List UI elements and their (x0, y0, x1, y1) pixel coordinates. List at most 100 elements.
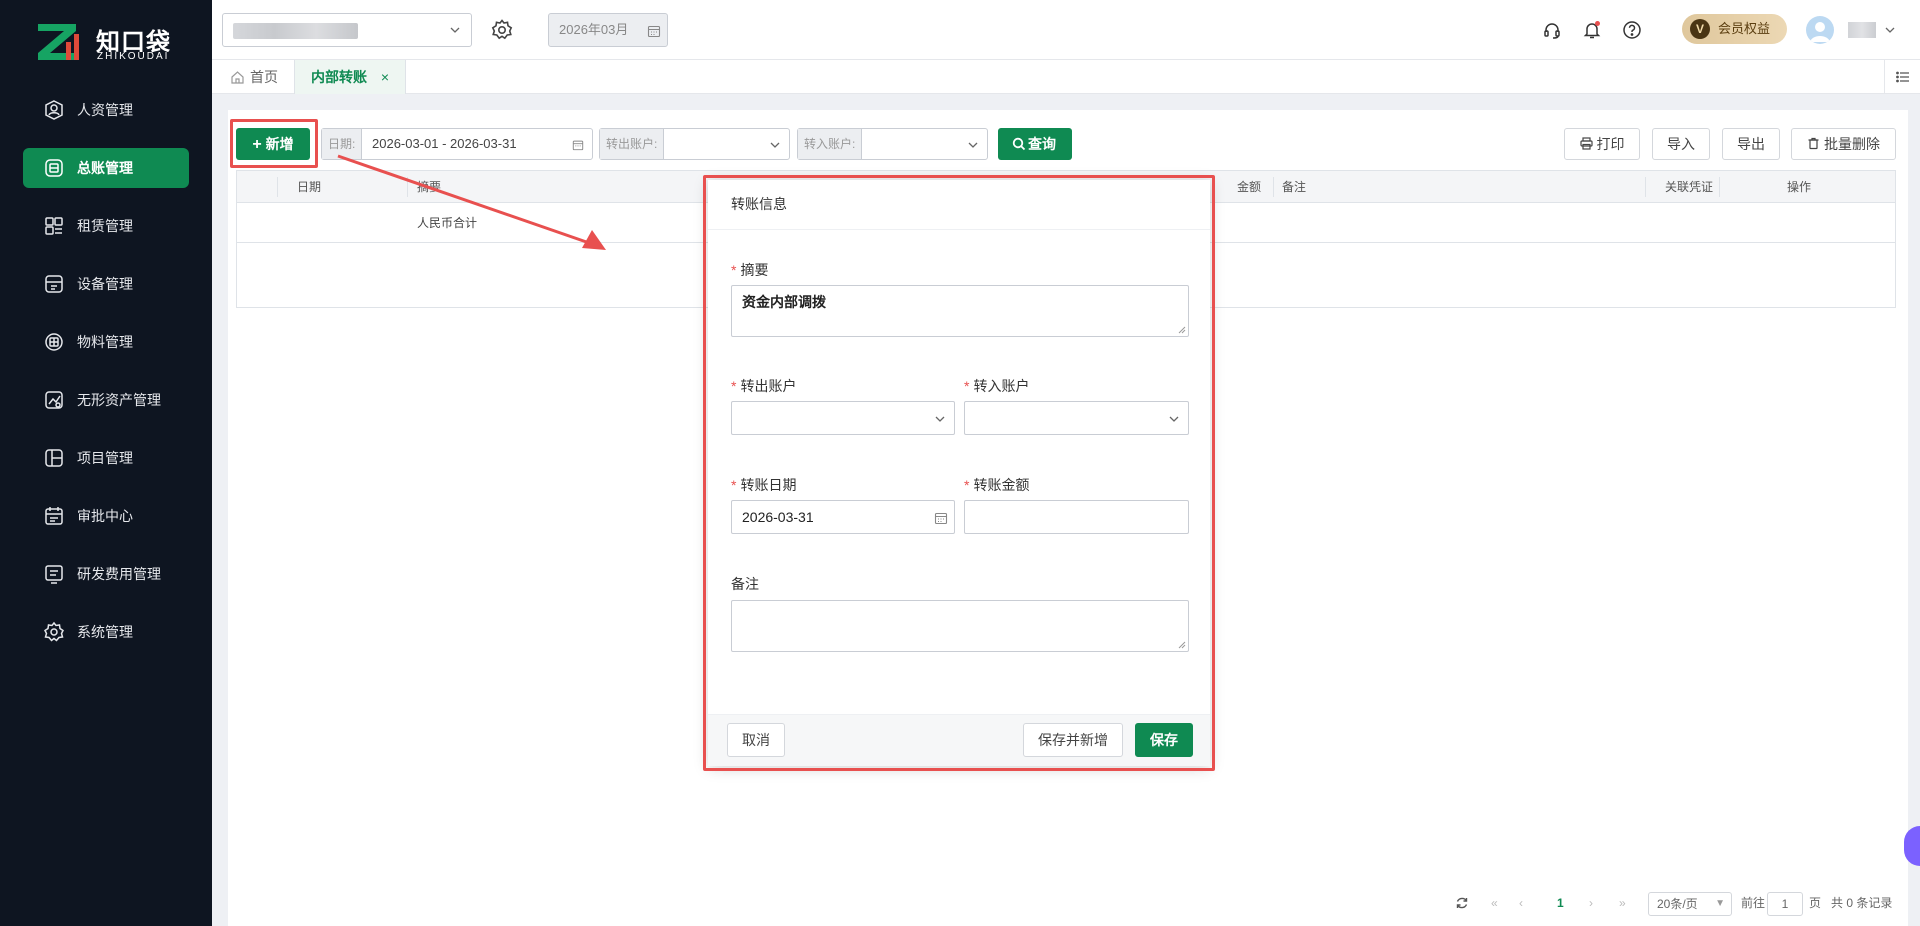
refresh-icon[interactable] (1455, 896, 1469, 910)
material-icon (43, 331, 65, 353)
gear-icon (43, 621, 65, 643)
sidebar-item-rd-expense[interactable]: 研发费用管理 (23, 554, 189, 594)
sidebar-item-label: 租赁管理 (77, 218, 133, 234)
column-separator (1719, 177, 1720, 197)
in-account-filter-label: 转入账户: (798, 129, 863, 159)
column-header-remark[interactable]: 备注 (1282, 171, 1306, 203)
sidebar-item-approval[interactable]: 审批中心 (23, 496, 189, 536)
print-button-label: 打印 (1596, 136, 1625, 152)
tab-internal-transfer[interactable]: 内部转账 × (294, 60, 406, 94)
chevron-down-icon (968, 142, 978, 148)
goto-prefix: 前往 (1741, 896, 1766, 910)
logo-mark-icon (38, 24, 79, 60)
company-select[interactable] (222, 13, 472, 47)
page-number-current[interactable]: 1 (1557, 888, 1564, 918)
column-header-actions[interactable]: 操作 (1787, 171, 1811, 203)
sidebar-nav: 人资管理 总账管理 租赁管理 设备管理 物料管理 无形资产管理 项目管理 审批中… (23, 90, 189, 670)
caret-down-icon: ▼ (1715, 898, 1725, 909)
highlight-box-add (230, 119, 318, 168)
person-badge-icon (43, 99, 65, 121)
top-bar: 2026年03月 V 会员权益 (212, 0, 1920, 60)
query-button-label: 查询 (1028, 136, 1056, 152)
sidebar-item-system[interactable]: 系统管理 (23, 612, 189, 652)
query-button[interactable]: 查询 (998, 128, 1072, 160)
page-size-value: 20条/页 (1657, 897, 1698, 911)
sidebar-item-label: 人资管理 (77, 102, 133, 118)
column-separator (1273, 177, 1274, 197)
calendar-icon (647, 25, 661, 38)
project-icon (43, 447, 65, 469)
prev-page-icon[interactable]: ‹ (1519, 888, 1523, 918)
sidebar-item-label: 设备管理 (77, 276, 133, 292)
sidebar-item-label: 总账管理 (77, 160, 133, 176)
highlight-box-dialog (703, 175, 1215, 771)
page-size-select[interactable]: 20条/页 ▼ (1648, 892, 1732, 916)
chevron-down-icon (770, 142, 780, 148)
ledger-icon (43, 157, 65, 179)
pagination: « ‹ 1 › » 20条/页 ▼ 前往 1 页 共 0 条记录 (1455, 888, 1915, 918)
rd-expense-icon (43, 563, 65, 585)
avatar[interactable] (1806, 16, 1834, 44)
company-name-redacted (233, 23, 358, 39)
next-page-icon[interactable]: › (1589, 888, 1593, 918)
first-page-icon[interactable]: « (1491, 888, 1498, 918)
sidebar-item-project[interactable]: 项目管理 (23, 438, 189, 478)
intangible-asset-icon (43, 389, 65, 411)
total-records: 共 0 条记录 (1831, 896, 1893, 910)
lease-icon (43, 215, 65, 237)
list-icon (1896, 71, 1909, 83)
sidebar-item-material[interactable]: 物料管理 (23, 322, 189, 362)
batch-delete-button-label: 批量删除 (1824, 136, 1880, 152)
approval-icon (43, 505, 65, 527)
help-icon[interactable] (1622, 20, 1642, 40)
sidebar-item-label: 审批中心 (77, 508, 133, 524)
username-redacted[interactable] (1848, 22, 1876, 38)
period-picker[interactable]: 2026年03月 (548, 13, 668, 47)
batch-delete-button[interactable]: 批量删除 (1791, 128, 1896, 160)
import-button[interactable]: 导入 (1652, 128, 1710, 160)
member-benefits-label: 会员权益 (1718, 21, 1771, 36)
tab-home[interactable]: 首页 (222, 60, 288, 94)
in-account-filter[interactable]: 转入账户: (797, 128, 988, 160)
export-button-label: 导出 (1737, 136, 1765, 152)
sidebar-item-lease[interactable]: 租赁管理 (23, 206, 189, 246)
last-page-icon[interactable]: » (1619, 888, 1626, 918)
chevron-down-icon[interactable] (1884, 24, 1896, 36)
logo[interactable]: 知口袋 ZHIKOUDAI (36, 18, 186, 68)
brand-subtitle: ZHIKOUDAI (97, 51, 170, 62)
column-separator (277, 177, 278, 197)
member-benefits-button[interactable]: V 会员权益 (1682, 14, 1787, 44)
export-button[interactable]: 导出 (1722, 128, 1780, 160)
sidebar-item-label: 项目管理 (77, 450, 133, 466)
sidebar-item-label: 研发费用管理 (77, 566, 161, 582)
vip-badge-icon: V (1690, 19, 1710, 39)
user-avatar-icon (1810, 22, 1830, 42)
chevron-down-icon (450, 27, 460, 33)
headset-icon[interactable] (1542, 20, 1562, 40)
tab-label: 首页 (250, 69, 278, 85)
notification-bell-icon[interactable] (1582, 20, 1602, 40)
print-button[interactable]: 打印 (1564, 128, 1640, 160)
out-account-filter[interactable]: 转出账户: (599, 128, 790, 160)
printer-icon (1579, 137, 1593, 150)
sidebar-item-hr[interactable]: 人资管理 (23, 90, 189, 130)
column-header-date[interactable]: 日期 (297, 171, 321, 203)
goto-suffix: 页 (1809, 896, 1822, 910)
tab-bar: 首页 内部转账 × (212, 60, 1920, 94)
sidebar: 知口袋 ZHIKOUDAI 人资管理 总账管理 租赁管理 设备管理 物料管理 无… (0, 0, 212, 926)
sidebar-item-label: 系统管理 (77, 624, 133, 640)
search-icon (1012, 137, 1026, 151)
home-icon (231, 71, 244, 84)
column-header-voucher[interactable]: 关联凭证 (1665, 171, 1713, 203)
close-icon[interactable]: × (381, 60, 389, 94)
settings-gear-icon[interactable] (490, 18, 514, 42)
goto-page-input[interactable]: 1 (1767, 892, 1803, 916)
column-header-amount[interactable]: 金额 (1237, 171, 1261, 203)
period-value: 2026年03月 (559, 22, 629, 37)
import-button-label: 导入 (1667, 136, 1695, 152)
tab-list-menu[interactable] (1884, 60, 1920, 94)
sidebar-item-ledger[interactable]: 总账管理 (23, 148, 189, 188)
trash-icon (1808, 137, 1819, 150)
sidebar-item-device[interactable]: 设备管理 (23, 264, 189, 304)
sidebar-item-intangible-assets[interactable]: 无形资产管理 (23, 380, 189, 420)
